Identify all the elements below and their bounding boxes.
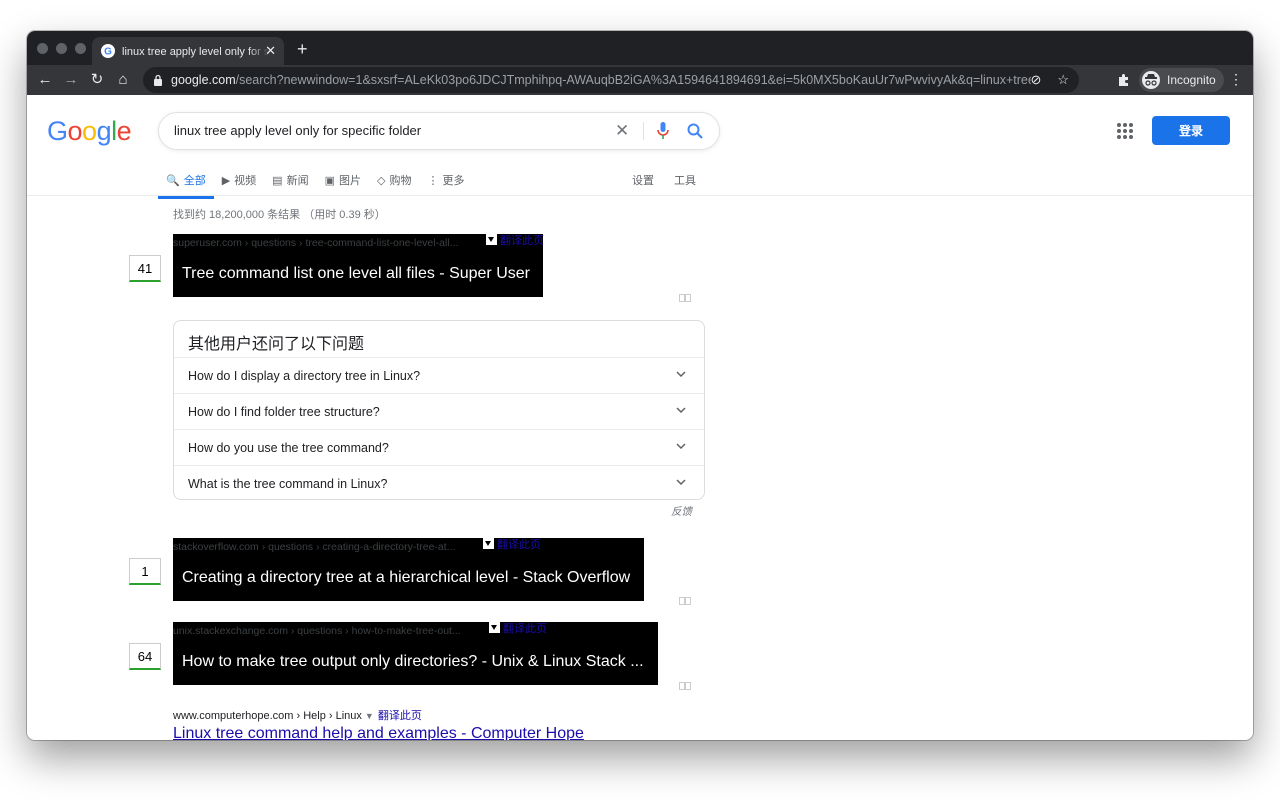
- search-tabs: 🔍 全部 ▶ 视频 ▤ 新闻 ▣ 图片 ◇ 购物 ⋮ 更多: [158, 165, 480, 199]
- translate-link[interactable]: 翻译此页: [378, 710, 422, 722]
- apps-grid-icon[interactable]: [1117, 123, 1133, 139]
- search-box: ✕: [158, 112, 720, 150]
- result-title-link[interactable]: Creating a directory tree at a hierarchi…: [182, 569, 630, 587]
- url-path: /search?newwindow=1&sxsrf=ALeKk03po6JDCJ…: [235, 73, 1031, 87]
- result-stats: 找到约 18,200,000 条结果 （用时 0.39 秒）: [173, 209, 386, 221]
- settings-link[interactable]: 设置: [632, 165, 654, 195]
- book-icon[interactable]: [679, 294, 691, 302]
- incognito-icon: [1142, 71, 1160, 89]
- forward-arrow-icon[interactable]: →: [61, 70, 81, 90]
- url-text: google.com/search?newwindow=1&sxsrf=ALeK…: [171, 73, 1031, 87]
- people-also-ask-heading: 其他用户还问了以下问题: [188, 336, 365, 353]
- paa-question: How do I display a directory tree in Lin…: [188, 369, 421, 383]
- search-icon[interactable]: [686, 122, 704, 140]
- result-title-link[interactable]: Tree command list one level all files - …: [182, 265, 530, 283]
- feedback-link[interactable]: 反馈: [671, 504, 692, 519]
- tools-link[interactable]: 工具: [674, 165, 696, 195]
- address-bar[interactable]: google.com/search?newwindow=1&sxsrf=ALeK…: [143, 67, 1079, 93]
- reload-icon[interactable]: ↻: [87, 70, 107, 90]
- tab-more[interactable]: ⋮ 更多: [427, 165, 464, 195]
- zoom-window-button[interactable]: [75, 43, 86, 54]
- image-tab-icon: ▣: [324, 174, 335, 187]
- tab-shopping[interactable]: ◇ 购物: [377, 165, 411, 195]
- search-input[interactable]: [174, 123, 594, 138]
- url-host: google.com: [171, 73, 236, 87]
- incognito-profile-button[interactable]: Incognito: [1139, 68, 1224, 92]
- paa-question: How do you use the tree command?: [188, 441, 389, 455]
- dropdown-arrow-icon[interactable]: [483, 538, 494, 549]
- chevron-down-icon: [676, 407, 686, 413]
- search-results-page: Google ✕ 登录 🔍全部 ▶视频 ▤新闻 ▣图片 ◇购物: [27, 95, 1253, 740]
- title-bar: G linux tree apply level only for specif…: [27, 31, 1253, 65]
- google-logo[interactable]: Google: [47, 116, 132, 147]
- result-score-badge: 1: [129, 558, 161, 585]
- clear-search-icon[interactable]: ✕: [615, 121, 629, 141]
- search-tools: 设置 工具: [632, 165, 716, 195]
- microphone-icon[interactable]: [656, 121, 670, 141]
- video-tab-icon: ▶: [221, 174, 231, 187]
- book-icon[interactable]: [679, 682, 691, 690]
- result-title-link[interactable]: How to make tree output only directories…: [182, 653, 644, 671]
- search-divider: [643, 122, 644, 140]
- tab-title: linux tree apply level only for specific…: [122, 46, 270, 58]
- translate-link[interactable]: 翻译此页: [500, 232, 544, 248]
- chevron-down-icon: [676, 371, 686, 377]
- result-score-badge: 41: [129, 255, 161, 282]
- window-controls: [37, 43, 86, 54]
- paa-question-row[interactable]: How do you use the tree command?: [174, 429, 704, 466]
- result-breadcrumb[interactable]: unix.stackexchange.com › questions › how…: [173, 625, 461, 637]
- result-cite: www.computerhope.com › Help › Linux ▼ 翻译此页: [173, 707, 422, 723]
- browser-window: G linux tree apply level only for specif…: [27, 31, 1253, 740]
- tab-videos[interactable]: ▶ 视频: [222, 165, 256, 195]
- back-arrow-icon[interactable]: ←: [35, 70, 55, 90]
- browser-toolbar: ← → ↻ ⌂ google.com/search?newwindow=1&sx…: [27, 65, 1253, 95]
- search-tab-icon: 🔍: [166, 174, 180, 187]
- chevron-down-icon: [676, 443, 686, 449]
- search-result: unix.stackexchange.com › questions › how…: [173, 622, 658, 685]
- paa-question-row[interactable]: How do I display a directory tree in Lin…: [174, 357, 704, 394]
- dropdown-arrow-icon[interactable]: [489, 622, 500, 633]
- tab-images[interactable]: ▣ 图片: [325, 165, 361, 195]
- paa-question: How do I find folder tree structure?: [188, 405, 380, 419]
- result-score-badge: 64: [129, 643, 161, 670]
- chevron-down-icon: [676, 479, 686, 485]
- people-also-ask-box: 其他用户还问了以下问题 How do I display a directory…: [173, 320, 705, 500]
- tab-all[interactable]: 🔍 全部: [158, 165, 214, 199]
- more-dots-icon: ⋮: [427, 174, 439, 187]
- result-breadcrumb[interactable]: stackoverflow.com › questions › creating…: [173, 541, 455, 553]
- paa-question: What is the tree command in Linux?: [188, 477, 388, 491]
- paa-question-row[interactable]: How do I find folder tree structure?: [174, 393, 704, 430]
- search-result: www.computerhope.com › Help › Linux ▼ 翻译此页…: [173, 707, 584, 740]
- result-title-link[interactable]: Linux tree command help and examples - C…: [173, 725, 584, 740]
- extensions-puzzle-icon[interactable]: [1115, 71, 1133, 89]
- dropdown-arrow-icon[interactable]: ▼: [365, 711, 374, 721]
- eye-off-icon[interactable]: ⊘: [1030, 72, 1041, 88]
- google-favicon-icon: G: [101, 44, 115, 58]
- search-result: stackoverflow.com › questions › creating…: [173, 538, 644, 601]
- sign-in-button[interactable]: 登录: [1152, 116, 1230, 145]
- result-breadcrumb[interactable]: www.computerhope.com › Help › Linux: [173, 710, 362, 722]
- incognito-label: Incognito: [1167, 73, 1216, 87]
- book-icon[interactable]: [679, 597, 691, 605]
- lock-icon: [154, 74, 162, 86]
- news-tab-icon: ▤: [272, 174, 283, 187]
- search-result: superuser.com › questions › tree-command…: [173, 232, 544, 297]
- home-icon[interactable]: ⌂: [113, 70, 133, 90]
- result-breadcrumb[interactable]: superuser.com › questions › tree-command…: [173, 237, 458, 249]
- tab-news[interactable]: ▤ 新闻: [272, 165, 308, 195]
- star-bookmark-icon[interactable]: ☆: [1057, 72, 1069, 88]
- translate-link[interactable]: 翻译此页: [503, 620, 547, 636]
- browser-menu-icon[interactable]: ⋮: [1229, 71, 1243, 88]
- new-tab-button[interactable]: +: [297, 39, 308, 60]
- close-window-button[interactable]: [37, 43, 48, 54]
- tabs-divider: [27, 195, 1253, 196]
- minimize-window-button[interactable]: [56, 43, 67, 54]
- browser-tab[interactable]: G linux tree apply level only for specif…: [92, 37, 284, 65]
- paa-question-row[interactable]: What is the tree command in Linux?: [174, 465, 704, 502]
- tab-close-icon[interactable]: ✕: [265, 43, 276, 59]
- tag-tab-icon: ◇: [376, 174, 386, 187]
- translate-link[interactable]: 翻译此页: [497, 536, 541, 552]
- svg-text:G: G: [104, 47, 112, 58]
- dropdown-arrow-icon[interactable]: [486, 234, 497, 245]
